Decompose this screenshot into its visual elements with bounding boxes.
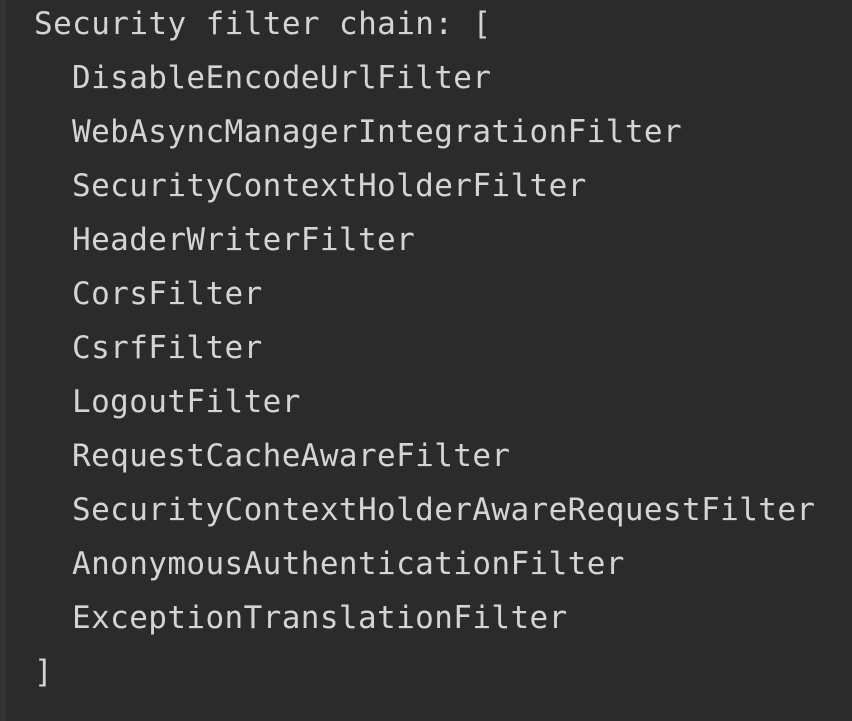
filter-item: CsrfFilter	[72, 330, 263, 366]
filter-item: RequestCacheAwareFilter	[72, 438, 511, 474]
console-output: Security filter chain: [ DisableEncodeUr…	[0, 0, 852, 721]
filter-item: SecurityContextHolderFilter	[72, 168, 587, 204]
filter-item: WebAsyncManagerIntegrationFilter	[72, 114, 683, 150]
filter-item: CorsFilter	[72, 276, 263, 312]
filter-item: SecurityContextHolderAwareRequestFilter	[72, 492, 816, 528]
filter-item: AnonymousAuthenticationFilter	[72, 546, 625, 582]
console-gutter	[0, 0, 6, 721]
filter-item: LogoutFilter	[72, 384, 301, 420]
chain-header: Security filter chain: [	[34, 6, 492, 42]
filter-item: HeaderWriterFilter	[72, 222, 416, 258]
filter-item: ExceptionTranslationFilter	[72, 600, 568, 636]
chain-footer: ]	[34, 654, 54, 690]
filter-item: DisableEncodeUrlFilter	[72, 60, 492, 96]
